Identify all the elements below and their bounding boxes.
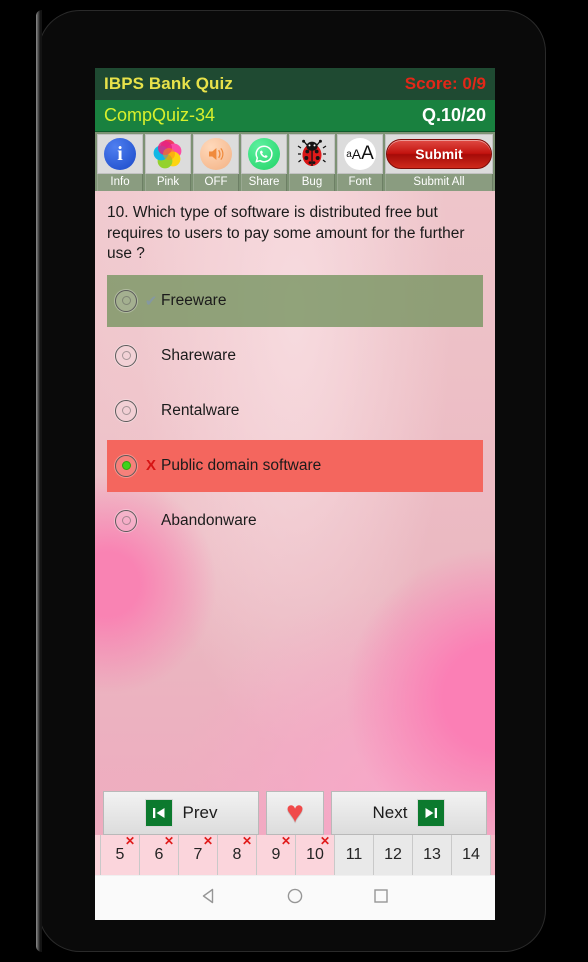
radio-button-0[interactable] bbox=[115, 289, 137, 312]
prev-button[interactable]: Prev bbox=[103, 791, 259, 835]
number-label-5: 5 bbox=[115, 846, 125, 863]
radio-button-2[interactable] bbox=[115, 399, 137, 422]
recents-icon[interactable] bbox=[371, 886, 391, 911]
back-icon[interactable] bbox=[199, 886, 219, 911]
wrong-mark-icon: ✕ bbox=[163, 835, 174, 848]
toolbar-item-share[interactable]: Share bbox=[241, 134, 287, 191]
info-icon: i bbox=[104, 138, 136, 170]
number-cell-7[interactable]: ✕ 7 bbox=[179, 835, 218, 875]
question-number-strip: ✕ 5 ✕ 6 ✕ 7 ✕ 8 ✕ 9 ✕ 10 11 12 13 14 bbox=[95, 835, 495, 875]
whatsapp-icon bbox=[248, 138, 280, 170]
prev-button-label: Prev bbox=[182, 803, 218, 822]
next-button[interactable]: Next bbox=[331, 791, 487, 835]
number-label-11: 11 bbox=[345, 846, 363, 863]
toolbar-label-submit-all: Submit All bbox=[385, 174, 493, 191]
toolbar-label-sound: OFF bbox=[193, 174, 239, 191]
option-row-4[interactable]: Abandonware bbox=[107, 495, 483, 547]
radio-button-4[interactable] bbox=[115, 509, 137, 532]
ladybug-icon-box bbox=[289, 134, 335, 174]
toolbar-label-pink: Pink bbox=[145, 174, 191, 191]
number-cell-12[interactable]: 12 bbox=[374, 835, 413, 875]
option-label-0: Freeware bbox=[161, 291, 227, 309]
number-label-9: 9 bbox=[271, 846, 281, 863]
number-cell-11[interactable]: 11 bbox=[335, 835, 374, 875]
quiz-info-bar: CompQuiz-34 Q.10/20 bbox=[95, 100, 495, 132]
font-size-icon-box: aAA bbox=[337, 134, 383, 174]
home-icon[interactable] bbox=[285, 886, 305, 911]
android-navigation-bar bbox=[95, 875, 495, 920]
option-row-3[interactable]: X Public domain software bbox=[107, 439, 483, 492]
toolbar-item-font[interactable]: aAA Font bbox=[337, 134, 383, 191]
device-screen: IBPS Bank Quiz Score: 0/9 CompQuiz-34 Q.… bbox=[95, 68, 495, 920]
option-row-0[interactable]: ✔ Freeware bbox=[107, 274, 483, 327]
toolbar: i Info Pink OFF Share Bug a A A Font Sub… bbox=[95, 132, 495, 191]
speaker-icon-box bbox=[193, 134, 239, 174]
toolbar-item-sound[interactable]: OFF bbox=[193, 134, 239, 191]
radio-button-3[interactable] bbox=[115, 454, 137, 477]
color-flower-icon bbox=[153, 139, 182, 169]
number-cell-10[interactable]: ✕ 10 bbox=[296, 835, 335, 875]
question-index: Q.10/20 bbox=[421, 105, 486, 125]
number-cell-5[interactable]: ✕ 5 bbox=[101, 835, 140, 875]
skip-previous-icon bbox=[144, 799, 173, 827]
option-row-2[interactable]: Rentalware bbox=[107, 385, 483, 437]
tablet-device-frame: IBPS Bank Quiz Score: 0/9 CompQuiz-34 Q.… bbox=[36, 10, 546, 952]
skip-next-icon bbox=[417, 799, 446, 827]
option-label-4: Abandonware bbox=[161, 511, 257, 529]
option-label-1: Shareware bbox=[161, 346, 236, 364]
submit-button[interactable]: Submit bbox=[386, 139, 492, 169]
quiz-app: IBPS Bank Quiz Score: 0/9 CompQuiz-34 Q.… bbox=[95, 68, 495, 875]
number-cell-9[interactable]: ✕ 9 bbox=[257, 835, 296, 875]
radio-button-1[interactable] bbox=[115, 344, 137, 367]
score-label: Score: 0/9 bbox=[404, 74, 486, 93]
heart-icon: ♥ bbox=[286, 796, 304, 829]
wrong-mark-icon: ✕ bbox=[202, 835, 213, 848]
toolbar-item-submit-all[interactable]: Submit Submit All bbox=[385, 134, 493, 191]
number-label-12: 12 bbox=[384, 846, 402, 863]
number-cell-6[interactable]: ✕ 6 bbox=[140, 835, 179, 875]
number-cell-8[interactable]: ✕ 8 bbox=[218, 835, 257, 875]
font-size-icon: aAA bbox=[344, 138, 376, 170]
number-label-8: 8 bbox=[232, 846, 242, 863]
toolbar-item-pink[interactable]: Pink bbox=[145, 134, 191, 191]
toolbar-label-info: Info bbox=[97, 174, 143, 191]
number-label-10: 10 bbox=[306, 846, 324, 863]
option-row-1[interactable]: Shareware bbox=[107, 330, 483, 382]
wrong-mark-icon: ✕ bbox=[124, 835, 135, 848]
wrong-mark-icon: ✕ bbox=[319, 835, 330, 848]
number-cell-14[interactable]: 14 bbox=[452, 835, 491, 875]
next-button-label: Next bbox=[372, 803, 408, 822]
app-title-bar: IBPS Bank Quiz Score: 0/9 bbox=[95, 68, 495, 100]
toolbar-item-bug[interactable]: Bug bbox=[289, 134, 335, 191]
wrong-mark-3: X bbox=[145, 457, 156, 475]
submit-button-box: Submit bbox=[385, 134, 493, 174]
toolbar-label-font: Font bbox=[337, 174, 383, 191]
ladybug-icon bbox=[297, 139, 327, 166]
number-label-14: 14 bbox=[462, 846, 480, 863]
number-label-6: 6 bbox=[154, 846, 164, 863]
info-icon-box: i bbox=[97, 134, 143, 174]
navigation-row: Prev ♥ Next bbox=[95, 791, 495, 835]
favorite-button[interactable]: ♥ bbox=[266, 791, 324, 835]
number-label-7: 7 bbox=[193, 846, 203, 863]
option-label-3: Public domain software bbox=[161, 456, 322, 474]
toolbar-item-info[interactable]: i Info bbox=[97, 134, 143, 191]
speaker-icon bbox=[200, 138, 232, 170]
color-flower-icon-box bbox=[145, 134, 191, 174]
whatsapp-icon-box bbox=[241, 134, 287, 174]
app-title: IBPS Bank Quiz bbox=[104, 74, 233, 93]
number-cell-13[interactable]: 13 bbox=[413, 835, 452, 875]
number-label-13: 13 bbox=[423, 846, 441, 863]
correct-mark-0: ✔ bbox=[144, 292, 158, 310]
option-label-2: Rentalware bbox=[161, 401, 240, 419]
toolbar-label-bug: Bug bbox=[289, 174, 335, 191]
quiz-name: CompQuiz-34 bbox=[104, 105, 216, 125]
question-text: 10. Which type of software is distribute… bbox=[107, 204, 465, 263]
toolbar-label-share: Share bbox=[241, 174, 287, 191]
wrong-mark-icon: ✕ bbox=[280, 835, 291, 848]
options-list: ✔ Freeware Shareware Rentalware X Public… bbox=[95, 274, 495, 547]
wrong-mark-icon: ✕ bbox=[241, 835, 252, 848]
